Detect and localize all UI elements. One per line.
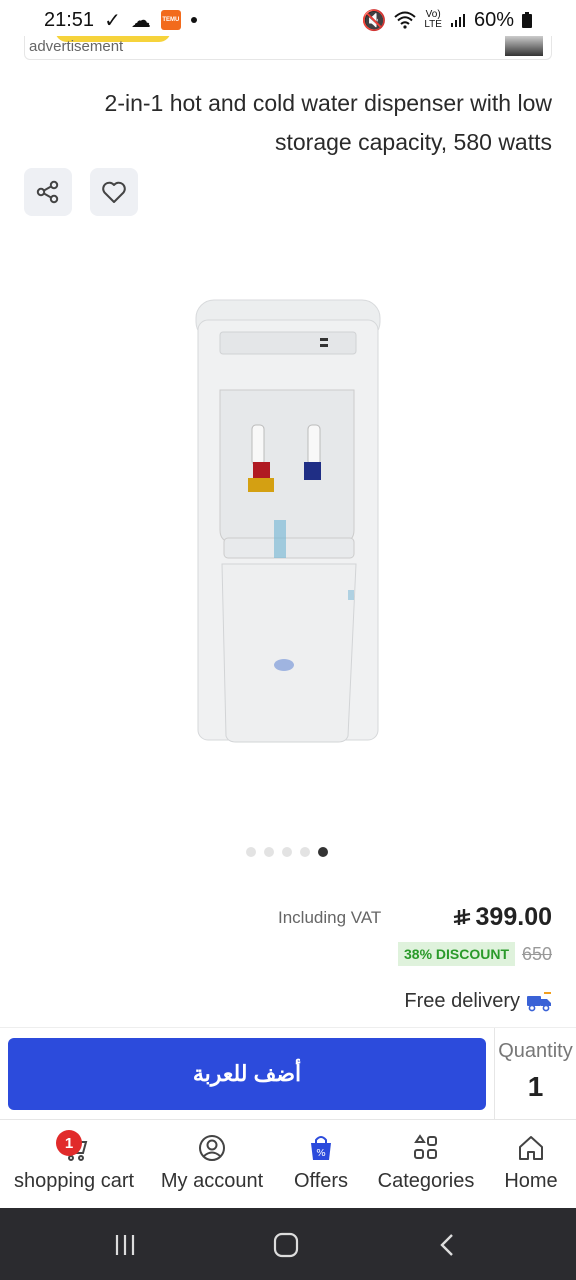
notification-dot-icon <box>190 17 197 23</box>
share-icon <box>36 180 59 204</box>
categories-icon <box>414 1134 437 1159</box>
nav-home[interactable]: Home <box>498 1132 564 1193</box>
add-to-cart-button[interactable]: أضف للعربة <box>8 1038 486 1110</box>
gallery-dot-active[interactable] <box>318 847 328 857</box>
nav-label: shopping cart <box>13 1170 135 1192</box>
home-system-icon[interactable] <box>272 1231 300 1259</box>
product-image[interactable] <box>150 280 430 760</box>
nav-label: Home <box>504 1170 558 1192</box>
nav-shopping-cart[interactable]: 1 shopping cart <box>8 1130 140 1193</box>
app-root: 21:51 ✓ ☁ TEMU 🔇 Vo) LTE 60% advertisemen… <box>0 0 576 1280</box>
bottom-navigation: 1 shopping cart My account % Offers Cate… <box>0 1119 576 1208</box>
check-icon: ✓ <box>104 9 121 32</box>
nav-categories[interactable]: Categories <box>372 1132 480 1193</box>
product-title: 2-in-1 hot and cold water dispenser with… <box>104 90 552 155</box>
volte-icon: Vo) LTE <box>424 9 442 30</box>
price-value: 399.00 <box>475 903 552 931</box>
quantity-label: Quantity <box>498 1040 573 1062</box>
wifi-icon <box>394 11 417 29</box>
status-time: 21:51 <box>44 8 95 31</box>
gallery-dot[interactable] <box>282 847 292 857</box>
advertisement-label: advertisement <box>29 38 124 55</box>
gallery-dots[interactable] <box>246 847 328 857</box>
vat-label: Including VAT <box>278 908 382 927</box>
price: 399.00 <box>452 903 552 932</box>
heart-icon <box>102 181 126 203</box>
advertisement-banner[interactable]: advertisement <box>24 36 552 60</box>
battery-percent: 60% <box>473 8 514 31</box>
temu-notification-icon: TEMU <box>160 10 181 30</box>
nav-label: Categories <box>377 1170 475 1192</box>
wishlist-button[interactable] <box>90 168 138 216</box>
cloud-icon: ☁ <box>130 9 151 32</box>
nav-my-account[interactable]: My account <box>154 1132 270 1193</box>
cart-count-badge: 1 <box>56 1130 82 1156</box>
add-to-cart-bar: أضف للعربة Quantity 1 <box>0 1027 576 1120</box>
quantity-value[interactable]: 1 <box>495 1071 576 1103</box>
free-delivery: Free delivery <box>404 990 552 1013</box>
nav-label: Offers <box>293 1170 349 1192</box>
delivery-truck-icon <box>527 991 551 1011</box>
home-icon <box>519 1136 543 1160</box>
share-button[interactable] <box>24 168 72 216</box>
mute-icon: 🔇 <box>361 9 387 32</box>
ad-thumbnail <box>505 36 543 56</box>
discount-badge: 38% DISCOUNT <box>398 942 516 966</box>
svg-text:%: % <box>316 1148 326 1159</box>
system-navigation-bar <box>0 1208 576 1280</box>
nav-offers[interactable]: % Offers <box>286 1132 356 1193</box>
back-icon[interactable] <box>436 1232 460 1258</box>
old-price: 650 <box>521 944 552 964</box>
recent-apps-icon[interactable] <box>112 1232 138 1258</box>
quantity-selector[interactable]: Quantity 1 <box>494 1028 576 1120</box>
status-bar: 21:51 ✓ ☁ TEMU 🔇 Vo) LTE 60% <box>0 0 576 40</box>
delivery-label: Free delivery <box>404 990 520 1012</box>
user-icon <box>199 1135 225 1161</box>
signal-icon <box>450 14 465 27</box>
battery-icon <box>522 12 532 28</box>
nav-label: My account <box>160 1170 264 1192</box>
offers-bag-icon: % <box>311 1136 331 1160</box>
gallery-dot[interactable] <box>300 847 310 857</box>
riyal-currency-icon <box>453 908 470 925</box>
gallery-dot[interactable] <box>246 847 256 857</box>
gallery-dot[interactable] <box>264 847 274 857</box>
